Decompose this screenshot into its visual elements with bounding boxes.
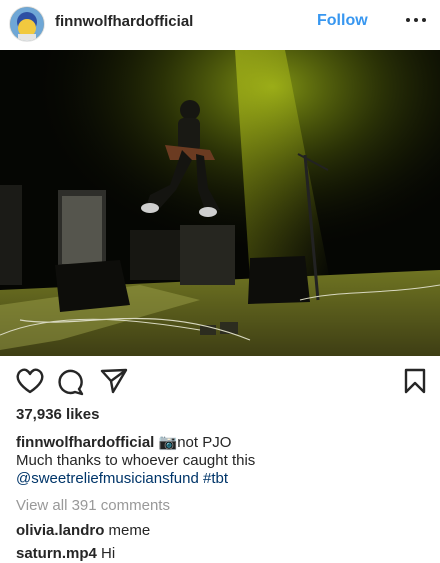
comment: saturn.mp4 Hi <box>16 545 115 562</box>
caption-text-1: not PJO <box>177 434 232 451</box>
bookmark-icon[interactable] <box>404 368 426 394</box>
avatar[interactable] <box>10 7 44 41</box>
comment: olivia.landro meme <box>16 522 150 539</box>
avatar-image <box>10 7 44 41</box>
caption-text-2: Much thanks to whoever caught this <box>16 452 256 469</box>
follow-button[interactable]: Follow <box>317 12 368 30</box>
likes-count[interactable]: 37,936 likes <box>16 406 99 423</box>
caption-username[interactable]: finnwolfhardofficial <box>16 434 154 451</box>
comment-icon[interactable] <box>57 368 85 396</box>
comment-username[interactable]: saturn.mp4 <box>16 545 97 562</box>
post-photo[interactable] <box>0 50 440 356</box>
heart-icon[interactable] <box>16 368 44 394</box>
camera-emoji: 📷 <box>158 434 178 451</box>
comment-username[interactable]: olivia.landro <box>16 522 104 539</box>
caption-mention[interactable]: @sweetreliefmusiciansfund <box>16 470 199 487</box>
post-actions <box>0 356 440 406</box>
more-icon[interactable] <box>406 18 426 24</box>
post-username[interactable]: finnwolfhardofficial <box>55 13 193 30</box>
post-header: finnwolfhardofficial Follow <box>0 0 440 50</box>
post-caption: finnwolfhardofficial 📷not PJO Much thank… <box>16 434 426 488</box>
view-all-comments[interactable]: View all 391 comments <box>16 497 170 514</box>
comment-text: meme <box>108 522 151 539</box>
caption-hashtag[interactable]: #tbt <box>203 470 228 487</box>
share-icon[interactable] <box>100 368 128 394</box>
comment-text: Hi <box>101 545 116 562</box>
concert-photo <box>0 50 440 356</box>
